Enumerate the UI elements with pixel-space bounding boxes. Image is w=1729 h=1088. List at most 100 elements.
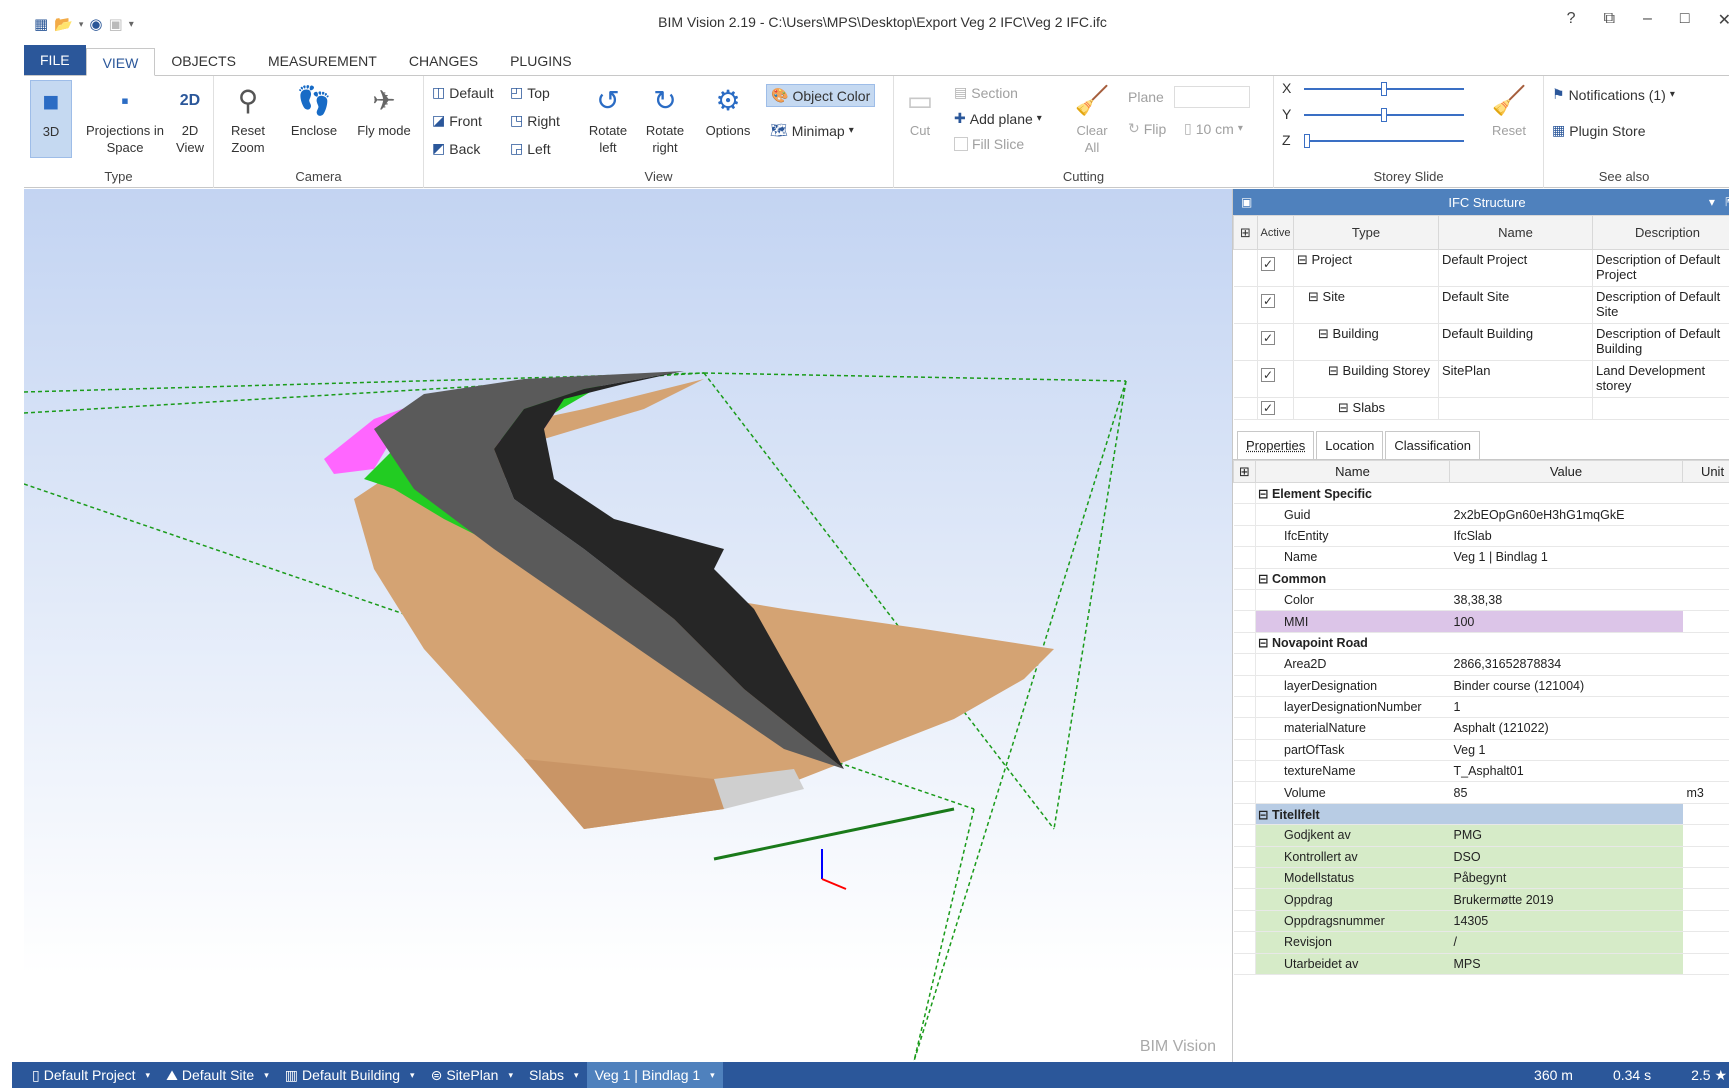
3d-button[interactable]: ■ 3D [30,80,72,158]
breadcrumb-slabs[interactable]: Slabs ▾ [521,1062,587,1088]
chevron-down-icon[interactable]: ▾ [1709,195,1715,209]
property-value[interactable]: 2x2bEOpGn60eH3hG1mqGkE [1449,503,1683,526]
active-checkbox[interactable]: ✓ [1261,257,1275,271]
minimize-button[interactable]: – [1643,10,1652,30]
column-active[interactable]: Active [1257,215,1294,250]
ifc-row-building-storey[interactable]: ✓ ⊟ Building Storey SitePlan Land Develo… [1233,360,1729,398]
property-row[interactable]: IfcEntity IfcSlab [1233,525,1729,548]
tab-view[interactable]: VIEW [85,48,156,76]
column-prop-unit[interactable]: Unit [1682,460,1729,483]
group-toggle-icon[interactable] [1233,482,1256,505]
restore-ribbon-icon[interactable]: ⧉ [1604,10,1615,30]
property-group-row[interactable]: ⊟ Element Specific [1233,482,1729,505]
2d-view-button[interactable]: 2D 2D View [170,80,210,156]
breadcrumb-project[interactable]: ▯ Default Project ▾ [24,1062,158,1088]
reset-storey-button[interactable]: 🧹 Reset [1484,80,1534,139]
property-row[interactable]: layerDesignationNumber 1 [1233,696,1729,719]
flip-button[interactable]: ↻ Flip [1128,120,1166,137]
close-button[interactable]: ✕ [1718,10,1729,30]
right-view-button[interactable]: ◳ Right [510,112,560,129]
property-value[interactable]: DSO [1449,846,1683,869]
rotate-left-button[interactable]: ↺ Rotate left [582,80,634,156]
property-row[interactable]: Oppdragsnummer 14305 [1233,910,1729,933]
property-group-row[interactable]: ⊟ Titellfelt [1233,803,1729,826]
property-row[interactable]: Revisjon / [1233,931,1729,954]
tab-location[interactable]: Location [1316,431,1384,459]
property-row[interactable]: Color 38,38,38 [1233,589,1729,612]
tab-file[interactable]: FILE [24,45,86,75]
property-row[interactable]: Area2D 2866,31652878834 [1233,653,1729,676]
property-value[interactable]: Påbegynt [1449,867,1683,890]
property-row[interactable]: Name Veg 1 | Bindlag 1 [1233,546,1729,569]
collapse-icon[interactable]: ⊟ [1258,572,1268,586]
property-row[interactable]: Volume 85 m3 [1233,781,1729,804]
customize-toolbar-icon[interactable]: ▾ [129,19,134,30]
clear-all-button[interactable]: 🧹 Clear All [1070,80,1114,156]
speed-readout[interactable]: 2.5 ★ [1691,1067,1727,1084]
property-row[interactable]: Oppdrag Brukermøtte 2019 [1233,888,1729,911]
property-row[interactable]: Guid 2x2bEOpGn60eH3hG1mqGkE [1233,503,1729,526]
enclose-button[interactable]: 👣 Enclose [284,80,344,139]
property-group-row[interactable]: ⊟ Novapoint Road [1233,632,1729,655]
property-value[interactable]: 1 [1449,696,1683,719]
y-slider-thumb[interactable] [1381,108,1387,122]
tab-changes[interactable]: CHANGES [393,47,494,75]
ifc-row-project[interactable]: ✓ ⊟ Project Default Project Description … [1233,249,1729,287]
column-name[interactable]: Name [1438,215,1593,250]
x-slider-thumb[interactable] [1381,82,1387,96]
notifications-button[interactable]: ⚑ Notifications (1) ▾ [1552,86,1675,103]
tab-classification[interactable]: Classification [1385,431,1480,459]
collapse-icon[interactable]: ⊟ [1258,487,1268,501]
expand-icon[interactable]: ⊟ [1328,363,1339,378]
section-button[interactable]: ▤ Section [954,84,1018,101]
plugin-store-button[interactable]: ▦ Plugin Store [1552,122,1646,139]
help-button[interactable]: ? [1567,10,1576,30]
expand-icon[interactable]: ⊟ [1318,326,1329,341]
tab-measurement[interactable]: MEASUREMENT [252,47,393,75]
property-value[interactable]: 100 [1449,610,1683,633]
left-view-button[interactable]: ◲ Left [510,140,551,157]
cut-button[interactable]: ▭ Cut [900,80,940,139]
property-group-row[interactable]: ⊟ Common [1233,568,1729,590]
property-value[interactable]: 2866,31652878834 [1449,653,1683,676]
column-prop-name[interactable]: Name [1255,460,1450,483]
column-chooser-icon[interactable]: ⊞ [1233,215,1258,250]
expand-icon[interactable]: ⊟ [1297,252,1308,267]
property-value[interactable]: T_Asphalt01 [1449,760,1683,783]
rotate-right-button[interactable]: ↻ Rotate right [638,80,692,156]
plane-dropdown[interactable] [1173,86,1250,108]
property-row[interactable]: textureName T_Asphalt01 [1233,760,1729,783]
active-checkbox[interactable]: ✓ [1261,294,1275,308]
property-value[interactable]: IfcSlab [1449,525,1683,548]
open-folder-icon[interactable]: 📂 [54,15,73,33]
group-toggle-icon[interactable] [1233,803,1256,826]
breadcrumb-building[interactable]: ▥ Default Building ▾ [277,1062,423,1088]
ifc-row-site[interactable]: ✓ ⊟ Site Default Site Description of Def… [1233,286,1729,324]
minimap-button[interactable]: 🗺 Minimap ▾ [770,122,854,139]
column-chooser-icon[interactable]: ⊞ [1233,460,1256,483]
property-value[interactable]: Veg 1 | Bindlag 1 [1449,546,1683,569]
collapse-icon[interactable]: ⊟ [1258,808,1268,822]
fly-mode-button[interactable]: ✈ Fly mode [354,80,414,139]
maximize-button[interactable]: □ [1680,10,1690,30]
property-row[interactable]: Modellstatus Påbegynt [1233,867,1729,890]
reset-zoom-button[interactable]: ⚲ Reset Zoom [220,80,276,156]
y-slider[interactable] [1304,108,1464,122]
tab-properties[interactable]: Properties [1237,431,1315,459]
3d-viewport[interactable]: BIM Vision [24,189,1232,1062]
top-view-button[interactable]: ◰ Top [510,84,550,101]
property-row[interactable]: layerDesignation Binder course (121004) [1233,675,1729,697]
front-view-button[interactable]: ◪ Front [432,112,482,129]
property-value[interactable]: MPS [1449,953,1683,975]
tab-plugins[interactable]: PLUGINS [494,47,587,75]
property-value[interactable]: Brukermøtte 2019 [1449,888,1683,911]
property-row[interactable]: Kontrollert av DSO [1233,846,1729,869]
pin-icon[interactable]: ⇱ [1725,195,1729,209]
property-value[interactable]: Veg 1 [1449,739,1683,762]
distance-select[interactable]: ▯ 10 cm ▾ [1184,120,1243,137]
projections-button[interactable]: ▪ Projections in Space [84,80,166,156]
property-row[interactable]: partOfTask Veg 1 [1233,739,1729,762]
column-type[interactable]: Type [1293,215,1439,250]
default-view-button[interactable]: ◫ Default [432,84,494,101]
property-value[interactable]: 14305 [1449,910,1683,933]
